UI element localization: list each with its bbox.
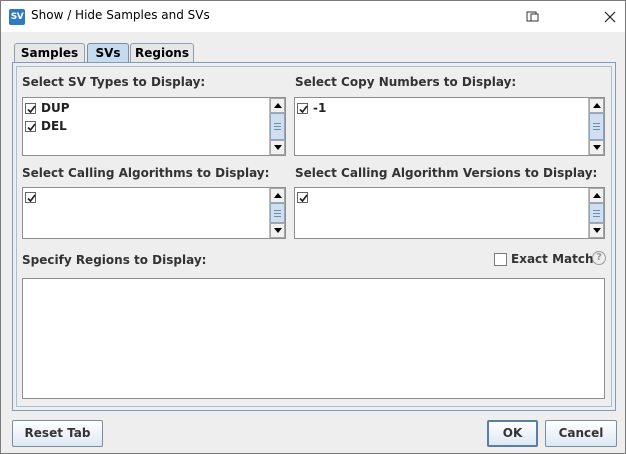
help-icon[interactable]: ?: [592, 251, 606, 265]
copy-numbers-label: Select Copy Numbers to Display:: [295, 75, 517, 89]
list-item[interactable]: [297, 188, 313, 206]
list-item-label: DUP: [41, 101, 70, 115]
list-item[interactable]: DUP: [25, 99, 70, 117]
tab-svs[interactable]: SVs: [87, 43, 129, 62]
list-item-label: DEL: [41, 119, 67, 133]
title-bar: SV Show / Hide Samples and SVs: [1, 1, 625, 32]
scroll-up-button[interactable]: [589, 188, 604, 203]
close-button[interactable]: [599, 7, 621, 27]
calling-algorithms-list[interactable]: [22, 187, 286, 239]
sv-types-list[interactable]: DUP DEL: [22, 97, 286, 156]
sv-types-label: Select SV Types to Display:: [22, 75, 206, 89]
checkmark-icon: [299, 194, 308, 202]
vertical-scrollbar[interactable]: [269, 188, 285, 238]
calling-algorithms-label: Select Calling Algorithms to Display:: [22, 166, 270, 180]
checkbox[interactable]: [297, 191, 308, 203]
regions-textarea[interactable]: [22, 278, 605, 399]
list-item[interactable]: -1: [297, 99, 326, 117]
scroll-up-button[interactable]: [270, 188, 285, 203]
tab-samples[interactable]: Samples: [14, 43, 85, 62]
window-title: Show / Hide Samples and SVs: [31, 8, 210, 22]
copy-numbers-list[interactable]: -1: [294, 97, 605, 156]
checkbox[interactable]: [25, 120, 36, 132]
checkmark-icon: [299, 105, 308, 113]
scroll-up-button[interactable]: [270, 98, 285, 113]
exact-match-checkbox[interactable]: [494, 253, 507, 266]
close-icon: [604, 11, 616, 23]
arrow-up-icon: [274, 193, 282, 198]
list-item-label: -1: [313, 101, 327, 115]
checkbox[interactable]: [25, 102, 36, 114]
scroll-thumb[interactable]: [270, 203, 285, 223]
reset-tab-button[interactable]: Reset Tab: [12, 420, 103, 447]
arrow-down-icon: [593, 145, 601, 150]
checkmark-icon: [27, 194, 36, 202]
scroll-thumb[interactable]: [589, 203, 604, 223]
scroll-down-button[interactable]: [589, 140, 604, 155]
scroll-thumb[interactable]: [589, 113, 604, 140]
list-item[interactable]: DEL: [25, 117, 67, 135]
arrow-down-icon: [274, 145, 282, 150]
arrow-down-icon: [274, 228, 282, 233]
restore-window-button[interactable]: [521, 7, 545, 27]
checkbox[interactable]: [25, 191, 36, 203]
calling-algorithm-versions-label: Select Calling Algorithm Versions to Dis…: [295, 166, 598, 180]
scroll-thumb[interactable]: [270, 113, 285, 140]
exact-match-label[interactable]: Exact Match: [511, 252, 594, 266]
arrow-down-icon: [593, 228, 601, 233]
checkbox[interactable]: [297, 102, 308, 114]
checkmark-icon: [27, 123, 36, 131]
cancel-button[interactable]: Cancel: [545, 420, 617, 447]
checkmark-icon: [27, 105, 36, 113]
vertical-scrollbar[interactable]: [588, 188, 604, 238]
arrow-up-icon: [274, 103, 282, 108]
arrow-up-icon: [593, 193, 601, 198]
regions-label: Specify Regions to Display:: [22, 253, 207, 267]
tab-regions[interactable]: Regions: [130, 43, 194, 62]
arrow-up-icon: [593, 103, 601, 108]
scroll-down-button[interactable]: [270, 140, 285, 155]
dialog-window: SV Show / Hide Samples and SVs Samples S…: [0, 0, 626, 454]
vertical-scrollbar[interactable]: [588, 98, 604, 155]
ok-button[interactable]: OK: [487, 420, 538, 447]
vertical-scrollbar[interactable]: [269, 98, 285, 155]
scroll-up-button[interactable]: [589, 98, 604, 113]
list-item[interactable]: [25, 188, 41, 206]
scroll-down-button[interactable]: [589, 223, 604, 238]
sv-app-icon: SV: [9, 9, 25, 25]
restore-window-icon: [526, 11, 539, 22]
calling-algorithm-versions-list[interactable]: [294, 187, 605, 239]
scroll-down-button[interactable]: [270, 223, 285, 238]
